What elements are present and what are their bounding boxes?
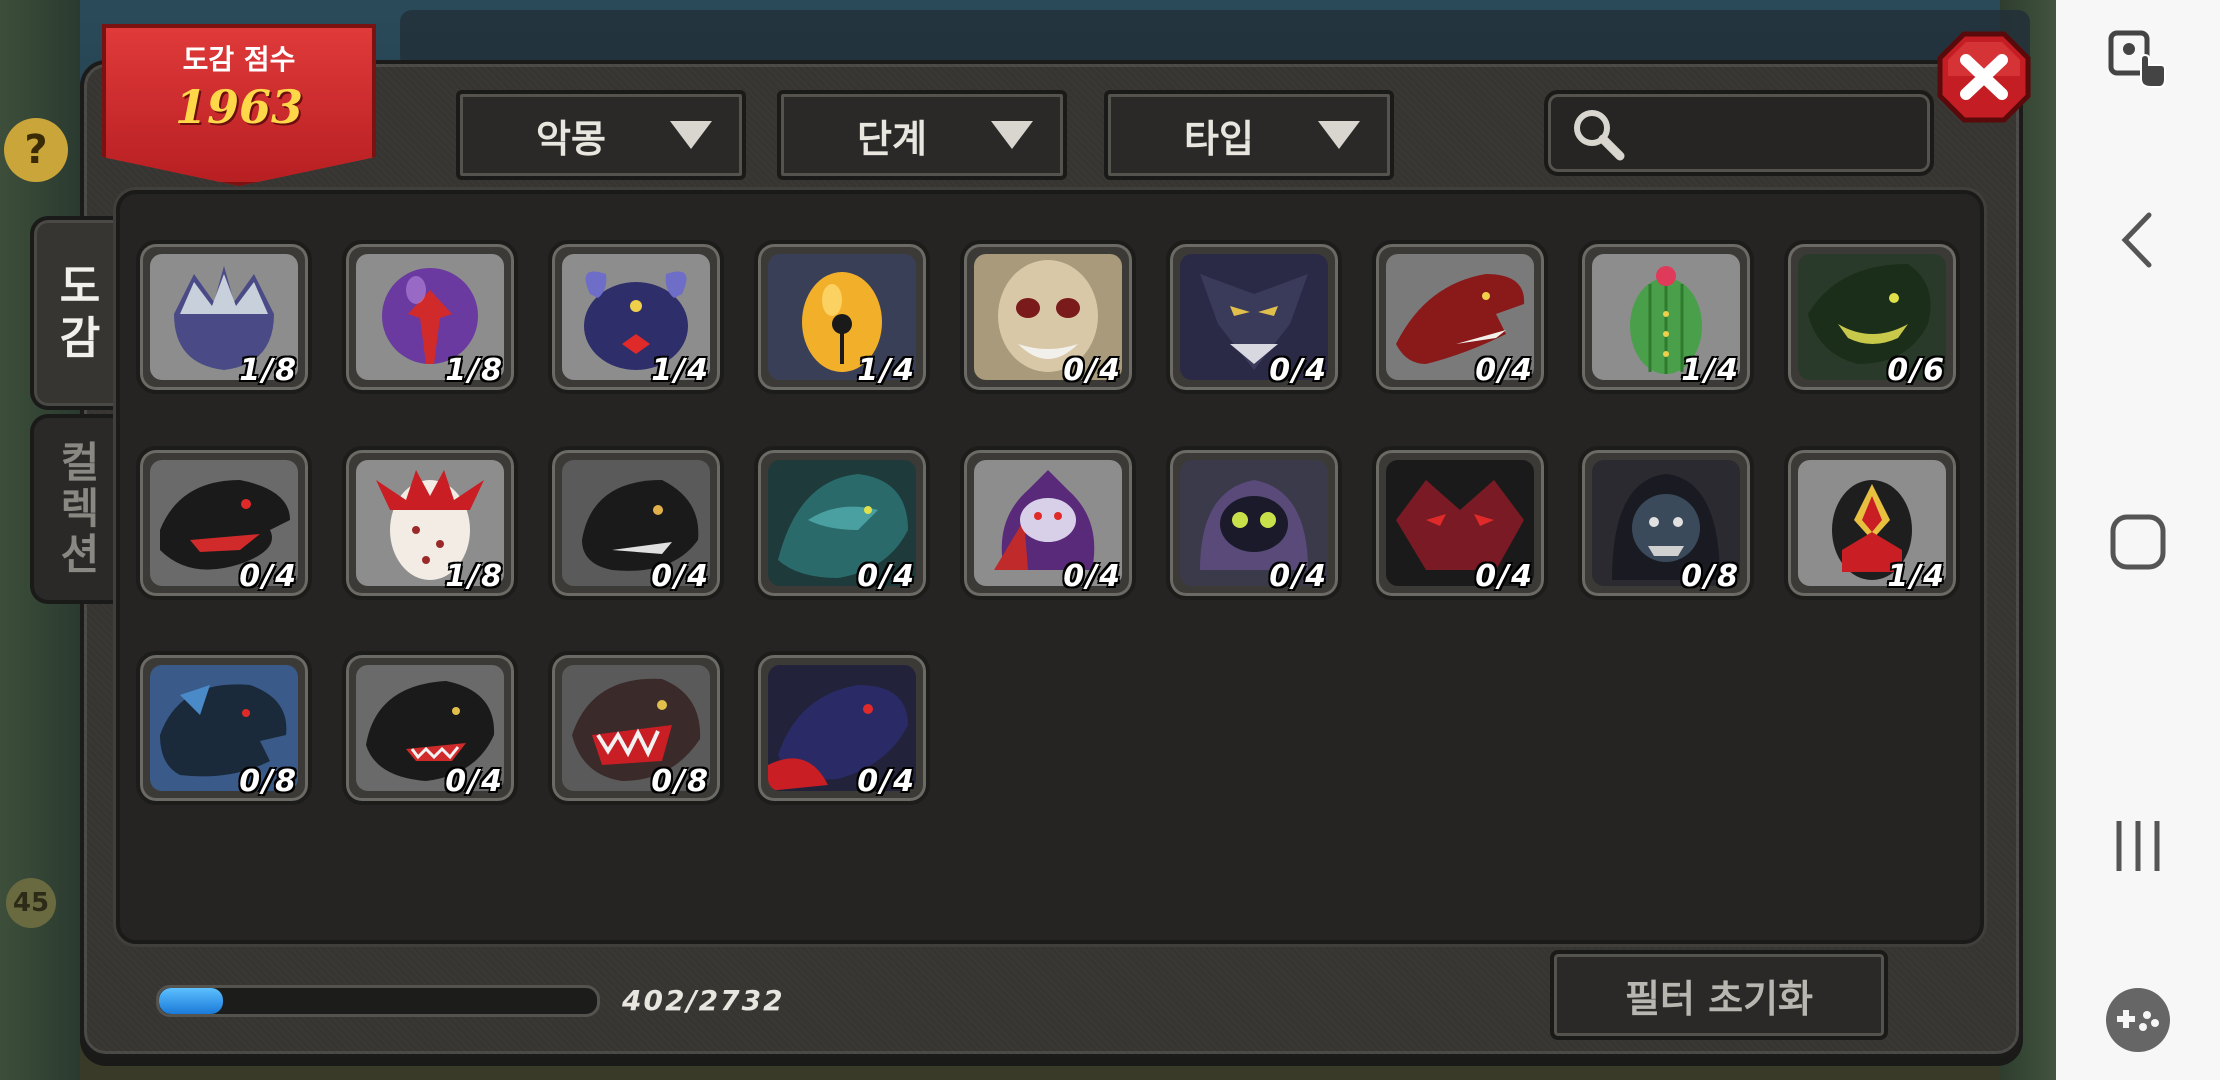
tab-dex[interactable]: 도 감 — [30, 216, 126, 410]
monster-collect-count: 1/8 — [445, 559, 504, 594]
background-level-badge: 45 — [6, 878, 56, 928]
collection-progress-text: 402/2732 — [622, 984, 785, 1017]
dropdown-arrow-icon — [1318, 121, 1360, 149]
tab-collection-label-3: 션 — [60, 530, 100, 579]
tab-collection-label-1: 컬 — [60, 438, 100, 487]
search-input[interactable] — [1544, 90, 1934, 176]
touch-lock-icon — [2108, 30, 2166, 88]
filter-dropdown-nightmare[interactable]: 악몽 — [456, 90, 746, 180]
dex-score-value: 1963 — [174, 80, 304, 134]
close-icon[interactable] — [1936, 30, 2032, 124]
monster-collect-count: 0/4 — [1269, 559, 1328, 594]
search-icon — [1574, 110, 1625, 161]
monster-collect-count: 0/8 — [239, 764, 298, 799]
monster-collect-count: 0/8 — [1681, 559, 1740, 594]
monster-card[interactable]: 0/4 — [1166, 240, 1342, 394]
filter-dropdown-stage[interactable]: 단계 — [777, 90, 1067, 180]
monster-collect-count: 0/4 — [1063, 353, 1122, 388]
filter-dropdown-label: 단계 — [857, 116, 927, 161]
monster-card[interactable]: 0/8 — [548, 651, 724, 805]
dex-score-banner: 도감 점수 1963 — [102, 24, 376, 186]
monster-collect-count: 0/4 — [1475, 559, 1534, 594]
monster-collect-count: 0/4 — [1475, 353, 1534, 388]
tab-dex-label-1: 도 — [59, 261, 101, 312]
monster-card[interactable]: 0/8 — [1578, 446, 1754, 600]
back-icon — [2121, 212, 2152, 268]
monster-card[interactable]: 0/4 — [1372, 240, 1548, 394]
nav-home-button[interactable] — [2056, 500, 2220, 584]
monster-card[interactable]: 1/8 — [342, 240, 518, 394]
collection-progress-fill — [159, 988, 224, 1014]
tab-collection[interactable]: 컬 렉 션 — [30, 414, 126, 604]
monster-card[interactable]: 0/4 — [1372, 446, 1548, 600]
reset-filter-button[interactable]: 필터 초기화 — [1550, 950, 1888, 1040]
monster-card[interactable]: 1/8 — [136, 240, 312, 394]
filter-dropdown-type[interactable]: 타입 — [1104, 90, 1394, 180]
monster-collect-count: 1/8 — [445, 353, 504, 388]
monster-card[interactable]: 1/4 — [1578, 240, 1754, 394]
game-tools-button[interactable] — [2056, 980, 2220, 1060]
filter-dropdown-label: 악몽 — [536, 116, 606, 161]
home-icon — [2110, 514, 2166, 570]
gamepad-icon — [2106, 988, 2170, 1052]
monster-collect-count: 1/8 — [239, 353, 298, 388]
monster-collect-count: 0/4 — [1269, 353, 1328, 388]
monster-collect-count: 1/4 — [651, 353, 710, 388]
dropdown-arrow-icon — [670, 121, 712, 149]
monster-collect-count: 0/4 — [1063, 559, 1122, 594]
monster-collect-count: 1/4 — [1887, 559, 1946, 594]
monster-card[interactable]: 0/4 — [960, 446, 1136, 600]
monster-card[interactable]: 0/6 — [1784, 240, 1960, 394]
monster-collect-count: 1/4 — [857, 353, 916, 388]
tab-dex-label-2: 감 — [59, 313, 101, 364]
monster-collect-count: 0/8 — [651, 764, 710, 799]
monster-card[interactable]: 0/4 — [754, 651, 930, 805]
monster-card[interactable]: 0/4 — [342, 651, 518, 805]
monster-collect-count: 0/4 — [651, 559, 710, 594]
nav-back-button[interactable] — [2056, 200, 2220, 280]
monster-card[interactable]: 0/4 — [960, 240, 1136, 394]
nav-recents-button[interactable] — [2056, 806, 2220, 886]
recents-icon — [2116, 821, 2160, 871]
monster-collect-count: 0/4 — [857, 764, 916, 799]
monster-card[interactable]: 0/4 — [548, 446, 724, 600]
filter-dropdown-label: 타입 — [1184, 116, 1254, 161]
dropdown-arrow-icon — [991, 121, 1033, 149]
monster-card[interactable]: 0/8 — [136, 651, 312, 805]
monster-card[interactable]: 0/4 — [1166, 446, 1342, 600]
monster-card[interactable]: 1/4 — [1784, 446, 1960, 600]
tab-collection-label-2: 렉 — [60, 484, 100, 533]
monster-card[interactable]: 1/4 — [548, 240, 724, 394]
monster-collect-count: 0/4 — [445, 764, 504, 799]
monster-card[interactable]: 0/4 — [754, 446, 930, 600]
collection-progress-bar — [156, 985, 600, 1017]
monster-collect-count: 1/4 — [1681, 353, 1740, 388]
monster-collect-count: 0/4 — [239, 559, 298, 594]
monster-collect-count: 0/6 — [1887, 353, 1946, 388]
monster-card[interactable]: 1/4 — [754, 240, 930, 394]
touch-lock-button[interactable] — [2056, 20, 2220, 100]
monster-card[interactable]: 1/8 — [342, 446, 518, 600]
background-help-icon: ? — [4, 118, 68, 182]
monster-collect-count: 0/4 — [857, 559, 916, 594]
dex-score-label: 도감 점수 — [182, 43, 296, 76]
system-nav-bar — [2056, 0, 2220, 1080]
monster-card[interactable]: 0/4 — [136, 446, 312, 600]
